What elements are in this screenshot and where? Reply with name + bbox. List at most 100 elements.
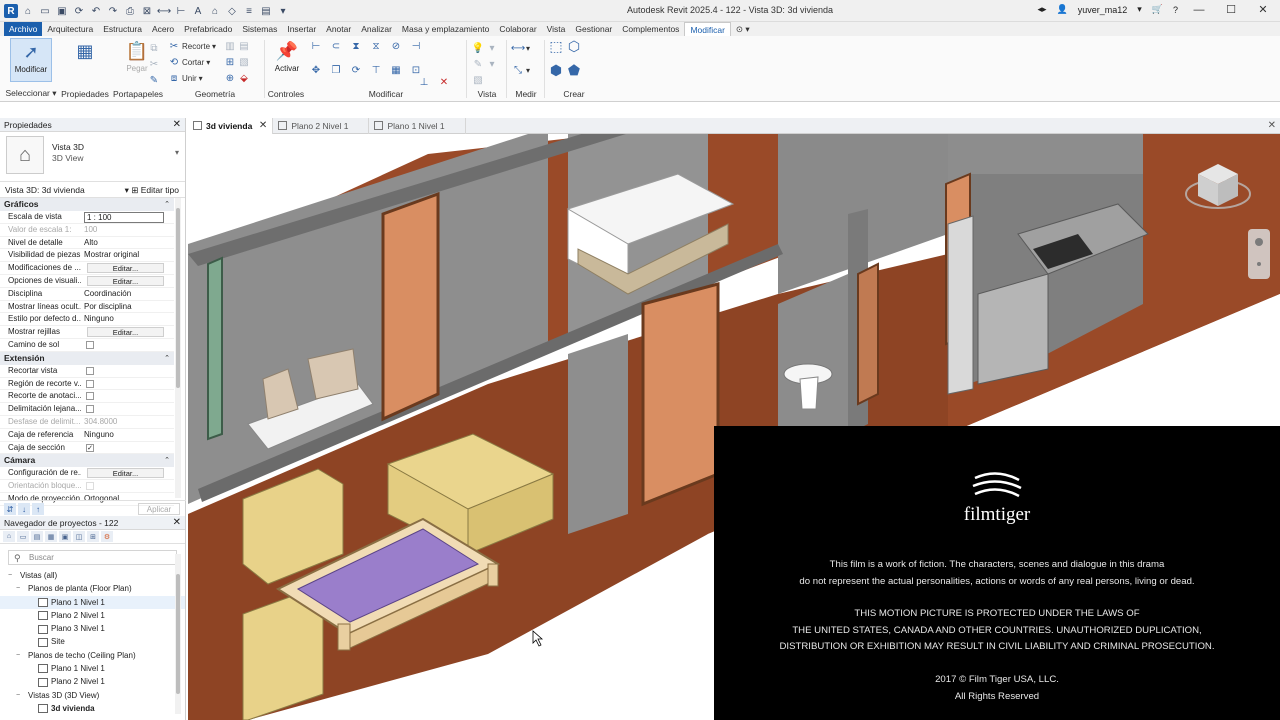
switch-windows-icon[interactable]: ▤ <box>259 4 273 18</box>
browser-tree-item[interactable]: Plano 1 Nivel 1 <box>0 662 185 675</box>
tab-vista[interactable]: Vista <box>542 22 571 36</box>
dimension-icon[interactable]: ⤡ <box>512 64 524 76</box>
tab-acero[interactable]: Acero <box>147 22 179 36</box>
tab-3d-vivienda[interactable]: 3d vivienda ✕ <box>188 118 274 134</box>
edit-button[interactable]: Editar... <box>87 327 164 338</box>
thin-lines-icon[interactable]: ≡ <box>242 4 256 18</box>
steering-wheel-icon[interactable] <box>1255 238 1263 246</box>
edit-button[interactable]: Editar... <box>87 263 164 274</box>
mirror-draw-icon[interactable]: ⧖ <box>370 40 382 52</box>
sync-icon[interactable]: ⟳ <box>72 4 86 18</box>
property-value[interactable]: Ninguno <box>81 429 174 441</box>
close-browser-icon[interactable]: ✕ <box>173 516 181 530</box>
help-icon[interactable]: ? <box>1173 5 1178 15</box>
browser-schedules-icon[interactable]: ▤ <box>31 531 43 542</box>
property-value[interactable]: Mostrar original <box>81 249 174 261</box>
tab-sistemas[interactable]: Sistemas <box>237 22 282 36</box>
align-icon[interactable]: ⊢ <box>310 40 322 52</box>
cart-icon[interactable]: 🛒 <box>1152 4 1163 15</box>
browser-views-icon[interactable]: ⌂ <box>3 531 15 542</box>
modify-button[interactable]: ➚ Modificar <box>10 38 52 82</box>
collapse-icon[interactable]: ⌃ <box>164 454 170 467</box>
close-all-tabs-icon[interactable]: ✕ <box>1268 118 1276 134</box>
create-group-icon[interactable]: ⬢ <box>550 62 562 78</box>
browser-tree-item[interactable]: − Planos de planta (Floor Plan) <box>0 582 185 595</box>
collapse-icon[interactable]: ⌃ <box>164 198 170 211</box>
edit-type-button[interactable]: ▾ ⊞ Editar tipo <box>125 182 179 198</box>
scale-icon[interactable]: ⊡ <box>410 64 422 76</box>
trim-icon[interactable]: ⊤ <box>370 64 382 76</box>
filter-icon[interactable]: ⇵ <box>4 503 16 515</box>
browser-groups-icon[interactable]: ▣ <box>59 531 71 542</box>
tab-estructura[interactable]: Estructura <box>98 22 147 36</box>
cut-geometry-button[interactable]: ✂ Recorte ▾ <box>168 40 216 52</box>
instance-label[interactable]: Vista 3D: 3d vivienda <box>5 185 85 195</box>
edit-button[interactable]: Editar... <box>87 275 164 286</box>
checkbox[interactable] <box>86 366 94 375</box>
select-group-label[interactable]: Seleccionar ▾ <box>4 88 58 99</box>
override-icon[interactable]: ▾ <box>486 42 498 54</box>
customize-qat-icon[interactable]: ▾ <box>276 4 290 18</box>
paint-icon[interactable]: ▧ <box>238 56 250 68</box>
browser-tree-item[interactable]: Plano 2 Nivel 1 <box>0 675 185 688</box>
tab-file[interactable]: Archivo <box>4 22 43 36</box>
scroll-thumb[interactable] <box>176 208 180 388</box>
browser-sheets-icon[interactable]: ▭ <box>17 531 29 542</box>
zoom-icon[interactable] <box>1257 262 1261 266</box>
align-dim-icon[interactable]: ⊢ <box>174 4 188 18</box>
copy-elements-icon[interactable]: ❐ <box>330 64 342 76</box>
browser-expand-icon[interactable]: ⊞ <box>87 531 99 542</box>
split-face-icon[interactable]: ▤ <box>238 40 250 52</box>
pin-small-icon[interactable]: ⊣ <box>410 40 422 52</box>
apply-button[interactable]: Aplicar <box>138 503 180 515</box>
checkbox[interactable]: ✓ <box>86 443 94 452</box>
browser-search-input[interactable]: ⚲ Buscar <box>8 550 177 565</box>
close-button[interactable]: ✕ <box>1252 3 1274 16</box>
browser-tree-item[interactable]: Plano 3 Nivel 1 <box>0 622 185 635</box>
property-value[interactable]: Coordinación <box>81 288 174 300</box>
properties-section[interactable]: Cámara ⌃ <box>0 454 174 468</box>
properties-button[interactable]: ▦ <box>64 38 106 82</box>
type-dropdown-icon[interactable]: ▾ <box>175 148 179 157</box>
undo-icon[interactable]: ↶ <box>89 4 103 18</box>
tab-insertar[interactable]: Insertar <box>282 22 321 36</box>
split-icon[interactable]: ⊘ <box>390 40 402 52</box>
tab-analizar[interactable]: Analizar <box>356 22 397 36</box>
linework-icon[interactable]: ✎ <box>472 58 484 70</box>
match-type-icon[interactable]: ✎ <box>148 74 160 86</box>
revit-logo-icon[interactable]: R <box>4 4 18 18</box>
paint-bucket-icon[interactable]: ⬙ <box>238 72 250 84</box>
tab-arquitectura[interactable]: Arquitectura <box>42 22 98 36</box>
view-scale-input[interactable]: 1 : 100 <box>84 212 164 223</box>
navigation-bar[interactable] <box>1248 229 1270 279</box>
browser-families-icon[interactable]: ▦ <box>45 531 57 542</box>
close-tab-icon[interactable]: ✕ <box>259 118 267 134</box>
save-icon[interactable]: ▣ <box>55 4 69 18</box>
text-icon[interactable]: A <box>191 4 205 18</box>
tab-plano-2[interactable]: Plano 2 Nivel 1 <box>273 118 370 134</box>
user-name[interactable]: yuver_ma12 <box>1078 5 1128 15</box>
close-properties-icon[interactable]: ✕ <box>173 118 181 132</box>
checkbox[interactable] <box>86 379 94 388</box>
checkbox[interactable] <box>86 340 94 349</box>
browser-tree-item[interactable]: 3d vivienda <box>0 702 185 715</box>
minimize-button[interactable]: — <box>1188 4 1210 16</box>
user-dropdown-icon[interactable]: ▾ <box>1137 4 1142 15</box>
ribbon-toggle-icon[interactable]: ⊙ ▾ <box>731 22 755 36</box>
activate-button[interactable]: 📌 Activar <box>266 38 308 82</box>
browser-tree-item[interactable]: Site <box>0 635 185 648</box>
browser-tree-item[interactable]: Plano 1 Nivel 1 <box>0 595 185 609</box>
cope-button[interactable]: ⟲ Cortar ▾ <box>168 56 210 68</box>
browser-tree-item[interactable]: − Vistas (all) <box>0 569 185 582</box>
user-icon[interactable]: 👤 <box>1056 4 1067 15</box>
tab-anotar[interactable]: Anotar <box>321 22 356 36</box>
print-icon[interactable]: ⎙ <box>123 4 137 18</box>
maximize-button[interactable]: ☐ <box>1220 3 1242 16</box>
sort-asc-icon[interactable]: ↓ <box>18 503 30 515</box>
edit-button[interactable]: Editar... <box>87 468 164 479</box>
checkbox[interactable] <box>86 405 94 414</box>
move-icon[interactable]: ✥ <box>310 64 322 76</box>
demolish-icon[interactable]: ⊞ <box>224 56 236 68</box>
create-parts-icon[interactable]: ⬡ <box>568 38 580 54</box>
create-assembly-icon[interactable]: ⬚ <box>549 38 562 54</box>
